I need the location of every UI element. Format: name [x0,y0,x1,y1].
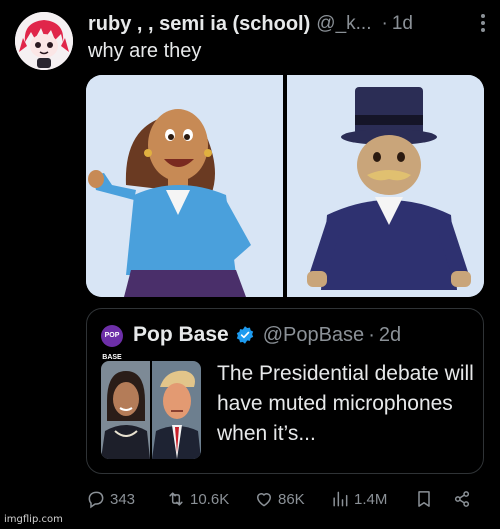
author-handle[interactable]: @_k... [316,13,371,35]
quoted-header: Pop Base @PopBase · 2d [133,323,401,347]
user-avatar[interactable] [15,12,73,70]
reply-button[interactable]: 343 [86,486,135,512]
reply-count: 343 [110,490,136,508]
cartoon-woman-image[interactable] [86,75,283,297]
cartoon-man-top-hat-image[interactable] [287,75,484,297]
quoted-avatar[interactable]: POP BASE [101,325,123,361]
post-text: why are they [88,40,202,62]
bookmark-icon [418,491,430,507]
verified-badge-icon [236,326,253,344]
quoted-display-name[interactable]: Pop Base [133,323,229,347]
quoted-media-thumbnail[interactable] [101,361,201,459]
imgflip-watermark: imgflip.com [4,514,63,525]
post-header: ruby , , semi ia (school) @_k... · 1d [88,12,488,36]
repost-icon [169,492,183,506]
quoted-separator-dot: · [368,323,375,346]
like-count: 86K [278,490,305,508]
like-button[interactable]: 86K [254,486,305,512]
share-button[interactable] [452,486,476,512]
view-count: 1.4M [354,490,388,508]
post-time[interactable]: 1d [392,13,413,35]
views-chart-icon [333,491,348,507]
politician-portrait-right [152,361,201,459]
post-media[interactable] [86,75,484,297]
bookmark-button[interactable] [414,486,438,512]
quoted-text: The Presidential debate will have muted … [217,362,474,445]
repost-count: 10.6K [190,490,230,508]
share-icon [454,491,470,507]
quoted-time[interactable]: 2d [379,324,401,347]
repost-button[interactable]: 10.6K [166,486,229,512]
author-display-name[interactable]: ruby , , semi ia (school) [88,13,310,36]
quoted-handle[interactable]: @PopBase [263,324,364,347]
avatar-illustration [15,12,73,70]
quoted-post[interactable]: POP BASE Pop Base @PopBase · 2d The Pres… [86,308,484,474]
politician-portrait-left [101,361,150,459]
action-bar: 343 10.6K 86K 1.4M [86,486,484,512]
heart-icon [257,493,271,507]
more-options-icon[interactable] [480,14,486,34]
reply-icon [88,491,104,509]
views-button[interactable]: 1.4M [330,486,387,512]
separator-dot: · [381,13,388,34]
